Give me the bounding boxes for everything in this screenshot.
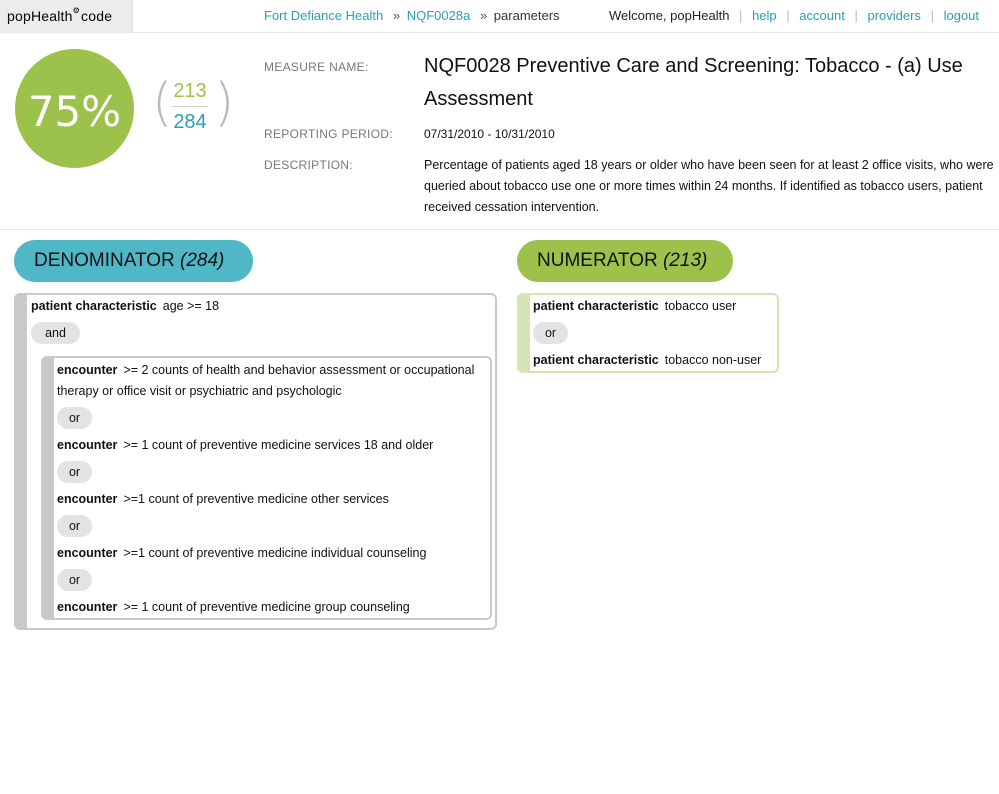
criterion-type: encounter <box>57 600 118 614</box>
criterion-text: tobacco user <box>664 299 737 313</box>
app-logo[interactable]: popHealth⚙code <box>0 0 133 33</box>
encounter-criterion: encounter >=1 count of preventive medicin… <box>57 489 389 510</box>
section-divider <box>0 229 999 230</box>
nav-divider: | <box>739 8 743 23</box>
criterion-type: encounter <box>57 492 118 506</box>
nav-divider: | <box>786 8 790 23</box>
fraction-bar <box>172 106 208 107</box>
logic-strip <box>519 295 530 371</box>
logic-strip <box>16 295 27 628</box>
breadcrumb: Fort Defiance Health » NQF0028a » parame… <box>264 8 560 23</box>
or-operator: or <box>57 407 92 429</box>
criterion-tobacco-user: patient characteristic tobacco user <box>533 296 736 317</box>
numerator-count: 213 <box>173 80 207 102</box>
logout-link[interactable]: logout <box>944 8 979 23</box>
denominator-pill[interactable]: DENOMINATOR (284) <box>14 240 253 282</box>
numerator-logic-box: patient characteristic tobacco user or pa… <box>517 293 779 373</box>
account-link[interactable]: account <box>799 8 845 23</box>
measure-name-label: MEASURE NAME: <box>264 60 369 74</box>
close-paren: ) <box>214 73 235 133</box>
or-operator: or <box>57 569 92 591</box>
reporting-period: 07/31/2010 - 10/31/2010 <box>424 127 555 141</box>
criterion-text: tobacco non-user <box>664 353 762 367</box>
measure-name: NQF0028 Preventive Care and Screening: T… <box>424 55 963 110</box>
logo-gear-icon: ⚙ <box>72 6 81 15</box>
help-link[interactable]: help <box>752 8 777 23</box>
denominator-count-label: (284) <box>180 250 225 271</box>
denominator-label: DENOMINATOR <box>34 250 175 271</box>
criterion-text: >= 1 count of preventive medicine servic… <box>123 438 434 452</box>
criterion-text: >= 2 counts of health and behavior asses… <box>57 363 475 398</box>
criterion-type: patient characteristic <box>31 299 157 313</box>
score-circle: 75% <box>15 49 134 168</box>
numerator-count-label: (213) <box>662 250 708 271</box>
providers-link[interactable]: providers <box>867 8 920 23</box>
breadcrumb-org-link[interactable]: Fort Defiance Health <box>264 8 383 23</box>
criterion-type: encounter <box>57 438 118 452</box>
encounter-criterion: encounter >=1 count of preventive medicin… <box>57 543 426 564</box>
and-operator: and <box>31 322 80 344</box>
criterion-type: encounter <box>57 546 118 560</box>
top-bar: popHealth⚙code Fort Defiance Health » NQ… <box>0 0 999 33</box>
logic-strip <box>43 358 54 618</box>
criterion-text: >=1 count of preventive medicine individ… <box>123 546 427 560</box>
user-nav: Welcome, popHealth | help | account | pr… <box>609 8 979 23</box>
criterion-age: patient characteristic age >= 18 <box>31 296 219 317</box>
breadcrumb-separator: » <box>479 8 488 23</box>
encounter-criterion: encounter >= 1 count of preventive medici… <box>57 597 410 618</box>
encounter-criterion: encounter >= 1 count of preventive medici… <box>57 435 433 456</box>
logo-text: popHealth <box>7 8 73 24</box>
criterion-type: patient characteristic <box>533 353 659 367</box>
measure-description: Percentage of patients aged 18 years or … <box>424 158 994 214</box>
criterion-text: age >= 18 <box>162 299 220 313</box>
or-operator: or <box>57 461 92 483</box>
criterion-type: patient characteristic <box>533 299 659 313</box>
breadcrumb-separator: » <box>392 8 401 23</box>
logo-suffix: code <box>81 8 113 24</box>
numerator-pill[interactable]: NUMERATOR (213) <box>517 240 733 282</box>
criterion-tobacco-non-user: patient characteristic tobacco non-user <box>533 350 761 371</box>
denominator-logic-box: patient characteristic age >= 18 and enco… <box>14 293 497 630</box>
criterion-text: >=1 count of preventive medicine other s… <box>123 492 389 506</box>
criterion-text: >= 1 count of preventive medicine group … <box>123 600 410 614</box>
breadcrumb-current: parameters <box>493 8 560 23</box>
numerator-label: NUMERATOR <box>537 250 658 271</box>
or-operator: or <box>533 322 568 344</box>
reporting-period-label: REPORTING PERIOD: <box>264 127 393 141</box>
encounter-group-box: encounter >= 2 counts of health and behav… <box>41 356 492 620</box>
score-fraction: ( 213 284 ) <box>152 73 234 138</box>
welcome-text: Welcome, popHealth <box>608 8 730 23</box>
criterion-type: encounter <box>57 363 118 377</box>
breadcrumb-measure-link[interactable]: NQF0028a <box>407 8 471 23</box>
description-label: DESCRIPTION: <box>264 158 353 172</box>
nav-divider: | <box>854 8 858 23</box>
denominator-count: 284 <box>173 111 207 133</box>
nav-divider: | <box>930 8 934 23</box>
score-percent: 75% <box>27 87 122 136</box>
or-operator: or <box>57 515 92 537</box>
encounter-criterion: encounter >= 2 counts of health and behav… <box>57 360 477 402</box>
